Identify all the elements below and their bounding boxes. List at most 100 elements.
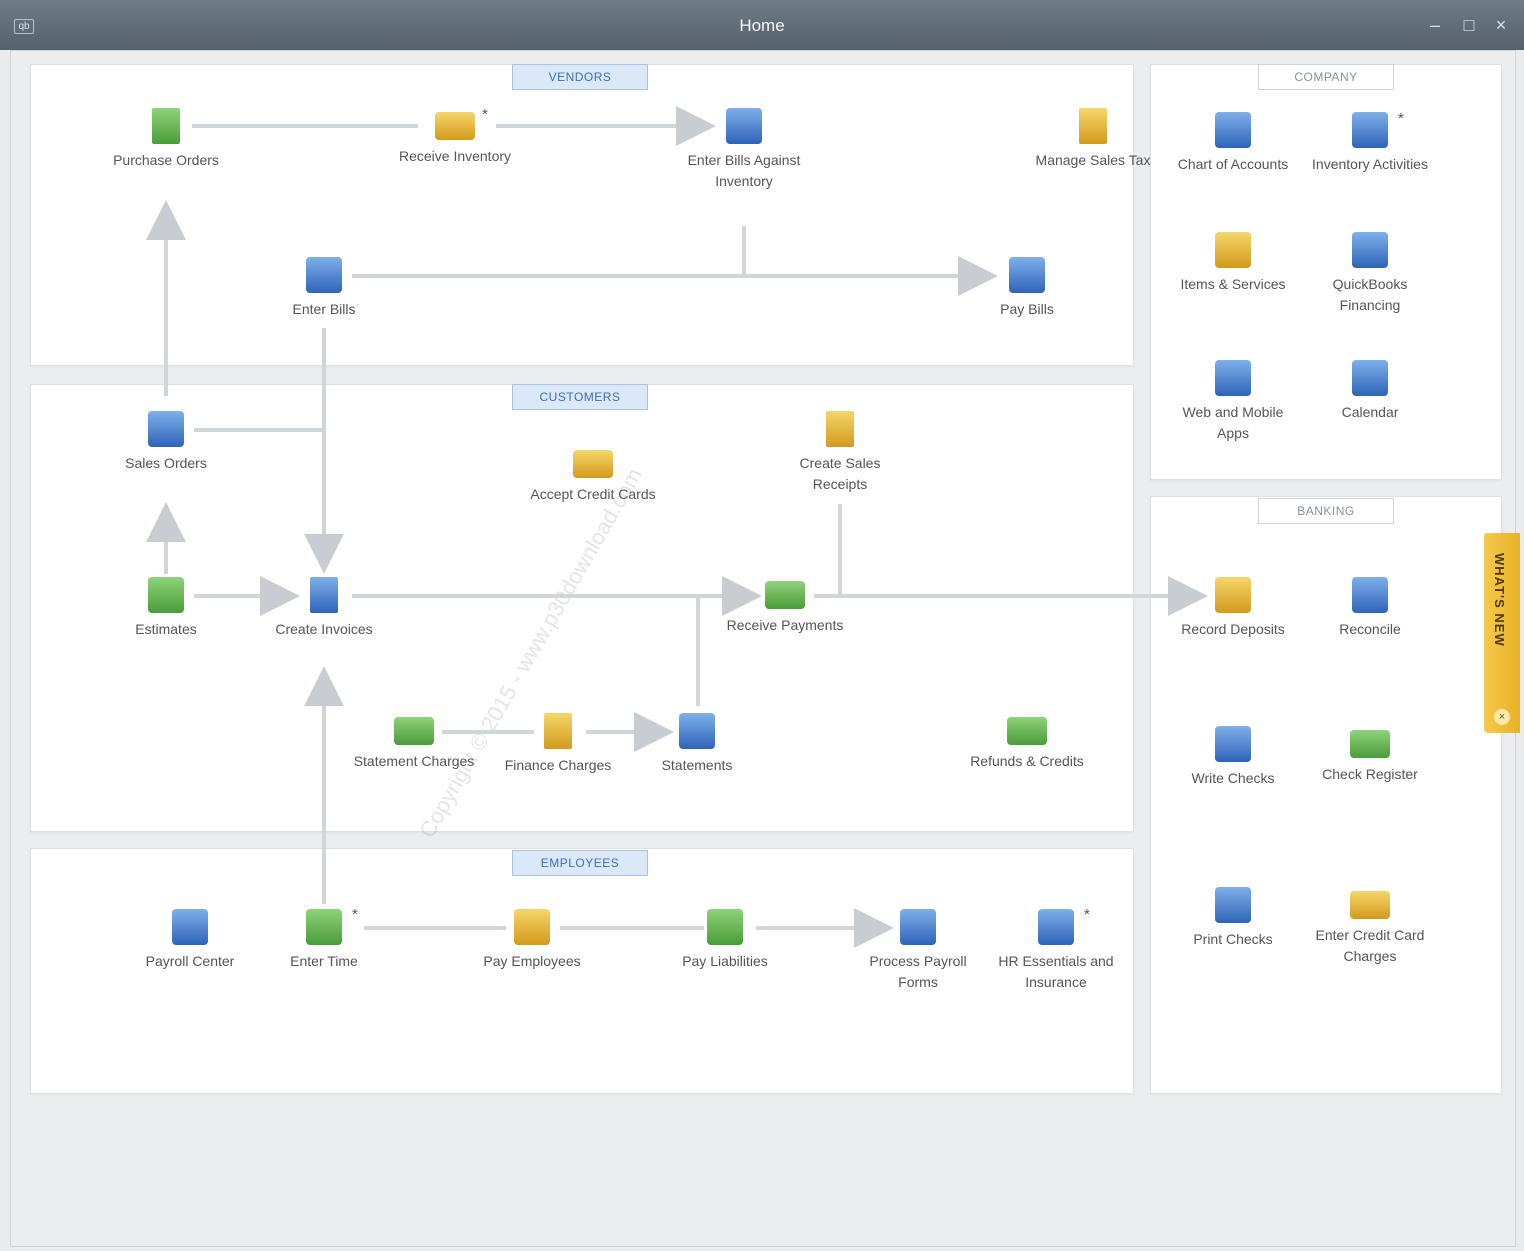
pay-employees-label: Pay Employees [483,953,581,969]
inventory-activities-button[interactable]: Inventory Activities [1305,112,1435,175]
manage-sales-tax-button[interactable]: Manage Sales Tax [1028,108,1158,171]
statement-charges-icon [394,717,434,745]
calendar-button[interactable]: Calendar [1305,360,1435,423]
banking-section-label: BANKING [1258,498,1394,524]
statement-charges-label: Statement Charges [353,753,475,769]
print-checks-label: Print Checks [1193,931,1273,947]
enter-time-star: * [352,906,358,923]
pay-liabilities-icon [707,909,743,945]
minimize-button[interactable]: – [1422,14,1448,36]
enter-bills-against-inventory-button[interactable]: Enter Bills Against Inventory [679,108,809,192]
enter-bills-icon [306,257,342,293]
enter-bills-button[interactable]: Enter Bills [259,257,389,320]
create-sales-receipts-button[interactable]: Create Sales Receipts [775,411,905,495]
inventory-activities-star: * [1398,110,1404,127]
enter-bills-label: Enter Bills [292,301,356,317]
close-button[interactable]: × [1488,14,1514,36]
enter-time-button[interactable]: Enter Time [259,909,389,972]
inventory-activities-label: Inventory Activities [1312,156,1428,172]
pay-bills-button[interactable]: Pay Bills [962,257,1092,320]
finance-charges-label: Finance Charges [504,757,612,773]
pay-employees-button[interactable]: Pay Employees [467,909,597,972]
process-payroll-forms-button[interactable]: Process Payroll Forms [853,909,983,993]
print-checks-button[interactable]: Print Checks [1168,887,1298,950]
vendors-section-label: VENDORS [512,64,648,90]
check-register-icon [1350,730,1390,758]
sales-orders-icon [148,411,184,447]
quickbooks-financing-label: QuickBooks Financing [1332,276,1408,313]
receive-payments-icon [765,581,805,609]
quickbooks-financing-button[interactable]: QuickBooks Financing [1305,232,1435,316]
pay-bills-icon [1009,257,1045,293]
record-deposits-label: Record Deposits [1181,621,1285,637]
purchase-orders-button[interactable]: Purchase Orders [101,108,231,171]
hr-essentials-button[interactable]: HR Essentials and Insurance [991,909,1121,993]
bill-inventory-icon [726,108,762,144]
pay-employees-icon [514,909,550,945]
pay-liabilities-button[interactable]: Pay Liabilities [660,909,790,972]
credit-card-icon [573,450,613,478]
manage-sales-tax-label: Manage Sales Tax [1035,152,1151,168]
hr-people-icon [1038,909,1074,945]
deposit-icon [1215,577,1251,613]
write-checks-button[interactable]: Write Checks [1168,726,1298,789]
sales-receipt-icon [826,411,854,447]
payroll-forms-icon [900,909,936,945]
title-bar[interactable]: qb Home – □ × [0,0,1524,50]
finance-charges-button[interactable]: Finance Charges [493,713,623,776]
financing-icon [1352,232,1388,268]
receive-inventory-button[interactable]: Receive Inventory [390,108,520,167]
web-mobile-apps-label: Web and Mobile Apps [1182,404,1284,441]
web-mobile-apps-button[interactable]: Web and Mobile Apps [1168,360,1298,444]
receive-payments-button[interactable]: Receive Payments [720,577,850,636]
estimates-button[interactable]: Estimates [101,577,231,640]
purchase-orders-label: Purchase Orders [113,152,219,168]
check-register-label: Check Register [1322,766,1418,782]
sales-orders-button[interactable]: Sales Orders [101,411,231,474]
reconcile-button[interactable]: Reconcile [1305,577,1435,640]
inventory-activities-icon [1352,112,1388,148]
calendar-icon [1352,360,1388,396]
payroll-center-icon [172,909,208,945]
record-deposits-button[interactable]: Record Deposits [1168,577,1298,640]
receive-inventory-star: * [482,106,488,123]
enter-credit-card-charges-label: Enter Credit Card Charges [1315,927,1425,964]
items-services-label: Items & Services [1180,276,1286,292]
chart-of-accounts-icon [1215,112,1251,148]
refunds-credits-button[interactable]: Refunds & Credits [962,713,1092,772]
pay-liabilities-label: Pay Liabilities [682,953,768,969]
payroll-center-label: Payroll Center [145,953,235,969]
credit-card-charges-icon [1350,891,1390,919]
maximize-button[interactable]: □ [1456,14,1482,36]
create-invoices-label: Create Invoices [275,621,373,637]
check-register-button[interactable]: Check Register [1305,726,1435,785]
payroll-center-button[interactable]: Payroll Center [125,909,255,972]
statements-icon [679,713,715,749]
sales-tax-icon [1079,108,1107,144]
quickbooks-home-window: qb Home – □ × VENDORS CUSTOMERS EMPLOYEE… [0,0,1524,1251]
truck-icon [435,112,475,140]
statement-charges-button[interactable]: Statement Charges [349,713,479,772]
write-checks-label: Write Checks [1191,770,1275,786]
items-services-button[interactable]: Items & Services [1168,232,1298,295]
statements-button[interactable]: Statements [632,713,762,776]
accept-credit-cards-button[interactable]: Accept Credit Cards [528,446,658,505]
hr-essentials-star: * [1084,906,1090,923]
pay-bills-label: Pay Bills [1000,301,1054,317]
accept-credit-cards-label: Accept Credit Cards [530,486,656,502]
mobile-apps-icon [1215,360,1251,396]
refunds-credits-label: Refunds & Credits [970,753,1084,769]
whats-new-close-icon[interactable]: × [1494,709,1510,725]
printer-icon [1215,887,1251,923]
purchase-order-icon [152,108,180,144]
enter-credit-card-charges-button[interactable]: Enter Credit Card Charges [1305,887,1435,967]
whats-new-tab[interactable]: WHAT'S NEW × [1484,533,1520,733]
enter-bills-against-inventory-label: Enter Bills Against Inventory [687,152,801,189]
create-invoices-button[interactable]: Create Invoices [259,577,389,640]
reconcile-icon [1352,577,1388,613]
create-sales-receipts-label: Create Sales Receipts [799,455,881,492]
timesheet-icon [306,909,342,945]
chart-of-accounts-button[interactable]: Chart of Accounts [1168,112,1298,175]
invoice-icon [310,577,338,613]
receive-payments-label: Receive Payments [726,617,844,633]
